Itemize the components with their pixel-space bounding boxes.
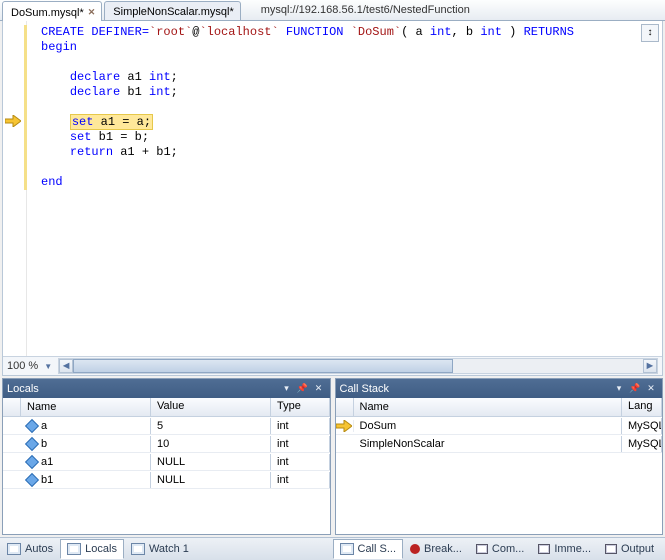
- window-icon: [476, 544, 488, 554]
- output-icon: [605, 544, 617, 554]
- btab-callstack[interactable]: Call S...: [333, 539, 404, 559]
- window-position-icon[interactable]: ▾: [280, 382, 294, 396]
- tab-simplenonscalar[interactable]: SimpleNonScalar.mysql*: [104, 1, 240, 20]
- callstack-columns: Name Lang: [336, 398, 663, 417]
- close-icon[interactable]: ✕: [644, 382, 658, 396]
- window-icon: [340, 543, 354, 555]
- variable-icon: [25, 454, 39, 468]
- btab-autos[interactable]: Autos: [0, 539, 60, 559]
- window-icon: [67, 543, 81, 555]
- pin-icon[interactable]: 📌: [628, 382, 642, 396]
- callstack-header[interactable]: Call Stack ▾ 📌 ✕: [336, 379, 663, 398]
- table-row[interactable]: a1 NULL int: [3, 453, 330, 471]
- horizontal-scrollbar[interactable]: ◄ ►: [58, 358, 658, 374]
- btab-watch[interactable]: Watch 1: [124, 539, 196, 559]
- window-icon: [131, 543, 145, 555]
- variable-icon: [25, 472, 39, 486]
- col-name[interactable]: Name: [354, 398, 623, 416]
- col-lang[interactable]: Lang: [622, 398, 662, 416]
- code-text[interactable]: CREATE DEFINER=`root`@`localhost` FUNCTI…: [27, 21, 662, 356]
- btab-output[interactable]: Output: [598, 539, 661, 559]
- close-icon[interactable]: ✕: [88, 7, 96, 18]
- connection-path: mysql://192.168.56.1/test6/NestedFunctio…: [261, 4, 470, 16]
- col-type[interactable]: Type: [271, 398, 330, 416]
- pin-icon[interactable]: 📌: [296, 382, 310, 396]
- window-position-icon[interactable]: ▾: [612, 382, 626, 396]
- zoom-level[interactable]: 100 %: [7, 360, 38, 372]
- bottom-tabs-right: Call S... Break... Com... Imme... Output: [333, 539, 665, 559]
- window-icon: [538, 544, 550, 554]
- table-row[interactable]: a 5 int: [3, 417, 330, 435]
- btab-locals[interactable]: Locals: [60, 539, 124, 559]
- btab-immediate[interactable]: Imme...: [531, 539, 598, 559]
- variable-icon: [25, 436, 39, 450]
- bottom-tabs-left: Autos Locals Watch 1: [0, 539, 333, 559]
- close-icon[interactable]: ✕: [312, 382, 326, 396]
- document-tabbar: DoSum.mysql* ✕ SimpleNonScalar.mysql* my…: [0, 0, 665, 21]
- callstack-panel: Call Stack ▾ 📌 ✕ Name Lang DoSum MySQL S…: [335, 378, 664, 535]
- variable-icon: [25, 418, 39, 432]
- table-row[interactable]: b1 NULL int: [3, 471, 330, 489]
- window-icon: [7, 543, 21, 555]
- breakpoint-icon: [410, 544, 420, 554]
- tab-dosum[interactable]: DoSum.mysql* ✕: [2, 1, 102, 21]
- zoom-dropdown-icon[interactable]: ▼: [44, 362, 52, 371]
- bottom-tabstrip: Autos Locals Watch 1 Call S... Break... …: [0, 537, 665, 560]
- scroll-thumb[interactable]: [73, 359, 453, 373]
- editor-footer: 100 % ▼ ◄ ►: [3, 356, 662, 375]
- tab-label: SimpleNonScalar.mysql*: [113, 6, 233, 18]
- current-frame-arrow-icon: [336, 420, 352, 432]
- btab-command[interactable]: Com...: [469, 539, 531, 559]
- current-line-arrow-icon: [5, 115, 21, 129]
- tab-label: DoSum.mysql*: [11, 7, 84, 19]
- callstack-body: DoSum MySQL SimpleNonScalar MySQL: [336, 417, 663, 534]
- code-editor: ↕ CREATE DEFINER=`root`@`localhost` FUNC…: [2, 21, 663, 376]
- panel-title: Call Stack: [340, 383, 611, 395]
- btab-breakpoints[interactable]: Break...: [403, 539, 469, 559]
- col-name[interactable]: Name: [21, 398, 151, 416]
- locals-body: a 5 int b 10 int a1 NULL int: [3, 417, 330, 534]
- table-row[interactable]: SimpleNonScalar MySQL: [336, 435, 663, 453]
- locals-header[interactable]: Locals ▾ 📌 ✕: [3, 379, 330, 398]
- scroll-left-icon[interactable]: ◄: [59, 359, 73, 373]
- table-row[interactable]: b 10 int: [3, 435, 330, 453]
- table-row[interactable]: DoSum MySQL: [336, 417, 663, 435]
- editor-gutter: [3, 21, 27, 356]
- panel-title: Locals: [7, 383, 278, 395]
- locals-columns: Name Value Type: [3, 398, 330, 417]
- locals-panel: Locals ▾ 📌 ✕ Name Value Type a 5 int: [2, 378, 331, 535]
- scroll-right-icon[interactable]: ►: [643, 359, 657, 373]
- col-value[interactable]: Value: [151, 398, 271, 416]
